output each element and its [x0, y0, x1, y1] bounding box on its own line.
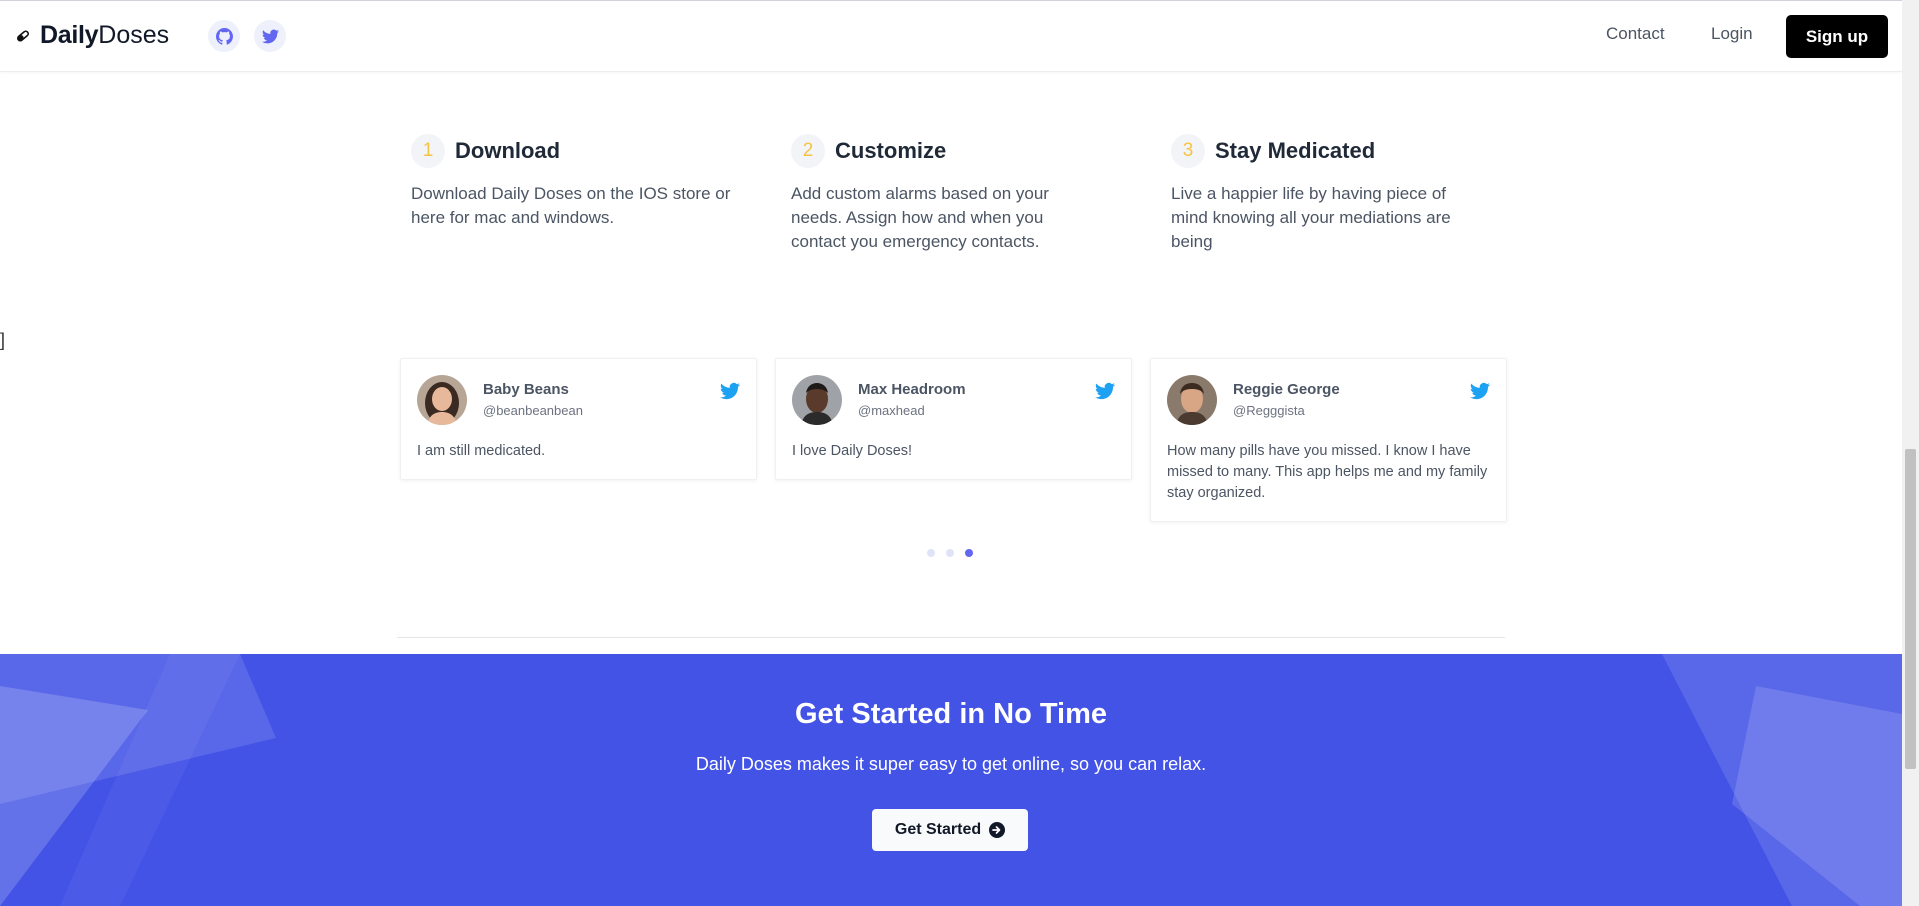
nav-login[interactable]: Login: [1711, 24, 1753, 44]
github-link[interactable]: [208, 20, 240, 52]
stray-bracket-text: ]: [0, 330, 6, 350]
testimonial-card: Reggie George @Regggista How many pills …: [1150, 358, 1507, 522]
brand-name-bold: Daily: [40, 21, 99, 49]
get-started-label: Get Started: [894, 821, 982, 838]
carousel-dots: [927, 549, 984, 557]
step-stay-medicated: 3 Stay Medicated Live a happier life by …: [1171, 134, 1511, 254]
step-description: Download Daily Doses on the IOS store or…: [411, 184, 731, 227]
avatar: [417, 375, 467, 425]
step-customize: 2 Customize Add custom alarms based on y…: [791, 134, 1131, 254]
github-icon: [215, 27, 233, 45]
cta-subtitle: Daily Doses makes it super easy to get o…: [695, 754, 1207, 774]
brand-name-light: Doses: [98, 21, 170, 49]
testimonial-handle: @Regggista: [1233, 403, 1305, 418]
arrow-right-circle-icon: [989, 822, 1006, 838]
avatar: [792, 375, 842, 425]
testimonial-handle: @maxhead: [858, 403, 925, 418]
testimonial-text: How many pills have you missed. I know I…: [1167, 443, 1488, 501]
step-description: Live a happier life by having piece of m…: [1171, 184, 1451, 251]
cta-background-shapes: [0, 654, 1902, 906]
twitter-icon[interactable]: [720, 381, 740, 401]
step-title: Customize: [835, 138, 947, 163]
signup-button[interactable]: Sign up: [1786, 15, 1888, 58]
twitter-icon[interactable]: [1470, 381, 1490, 401]
testimonial-name: Max Headroom: [858, 381, 966, 398]
testimonial-text: I am still medicated.: [417, 443, 546, 459]
section-divider: [397, 637, 1505, 638]
testimonial-text: I love Daily Doses!: [792, 443, 913, 459]
twitter-link[interactable]: [254, 20, 286, 52]
avatar: [1167, 375, 1217, 425]
step-title: Download: [455, 138, 561, 163]
carousel-dot[interactable]: [946, 549, 954, 557]
twitter-icon[interactable]: [1095, 381, 1115, 401]
brand-logo[interactable]: Daily Doses: [16, 21, 169, 50]
step-description: Add custom alarms based on your needs. A…: [791, 184, 1049, 251]
testimonial-handle: @beanbeanbean: [483, 403, 583, 418]
step-download: 1 Download Download Daily Doses on the I…: [411, 134, 751, 230]
scrollbar-thumb[interactable]: [1905, 449, 1916, 769]
get-started-button[interactable]: Get Started: [872, 809, 1028, 851]
step-number: 1: [411, 134, 445, 168]
nav-contact[interactable]: Contact: [1606, 24, 1665, 44]
testimonial-card: Baby Beans @beanbeanbean I am still medi…: [400, 358, 757, 480]
testimonial-name: Reggie George: [1233, 381, 1340, 398]
pill-icon: [17, 29, 29, 42]
site-header: Daily Doses Contact Login Sign up: [0, 1, 1902, 72]
step-number: 3: [1171, 134, 1205, 168]
step-number: 2: [791, 134, 825, 168]
testimonial-name: Baby Beans: [483, 381, 569, 398]
cta-title: Get Started in No Time: [794, 698, 1108, 730]
cta-section: Get Started in No Time Daily Doses makes…: [0, 654, 1902, 906]
carousel-dot[interactable]: [927, 549, 935, 557]
twitter-icon: [261, 29, 279, 43]
testimonial-card: Max Headroom @maxhead I love Daily Doses…: [775, 358, 1132, 480]
carousel-dot-active[interactable]: [965, 549, 973, 557]
step-title: Stay Medicated: [1215, 138, 1376, 163]
